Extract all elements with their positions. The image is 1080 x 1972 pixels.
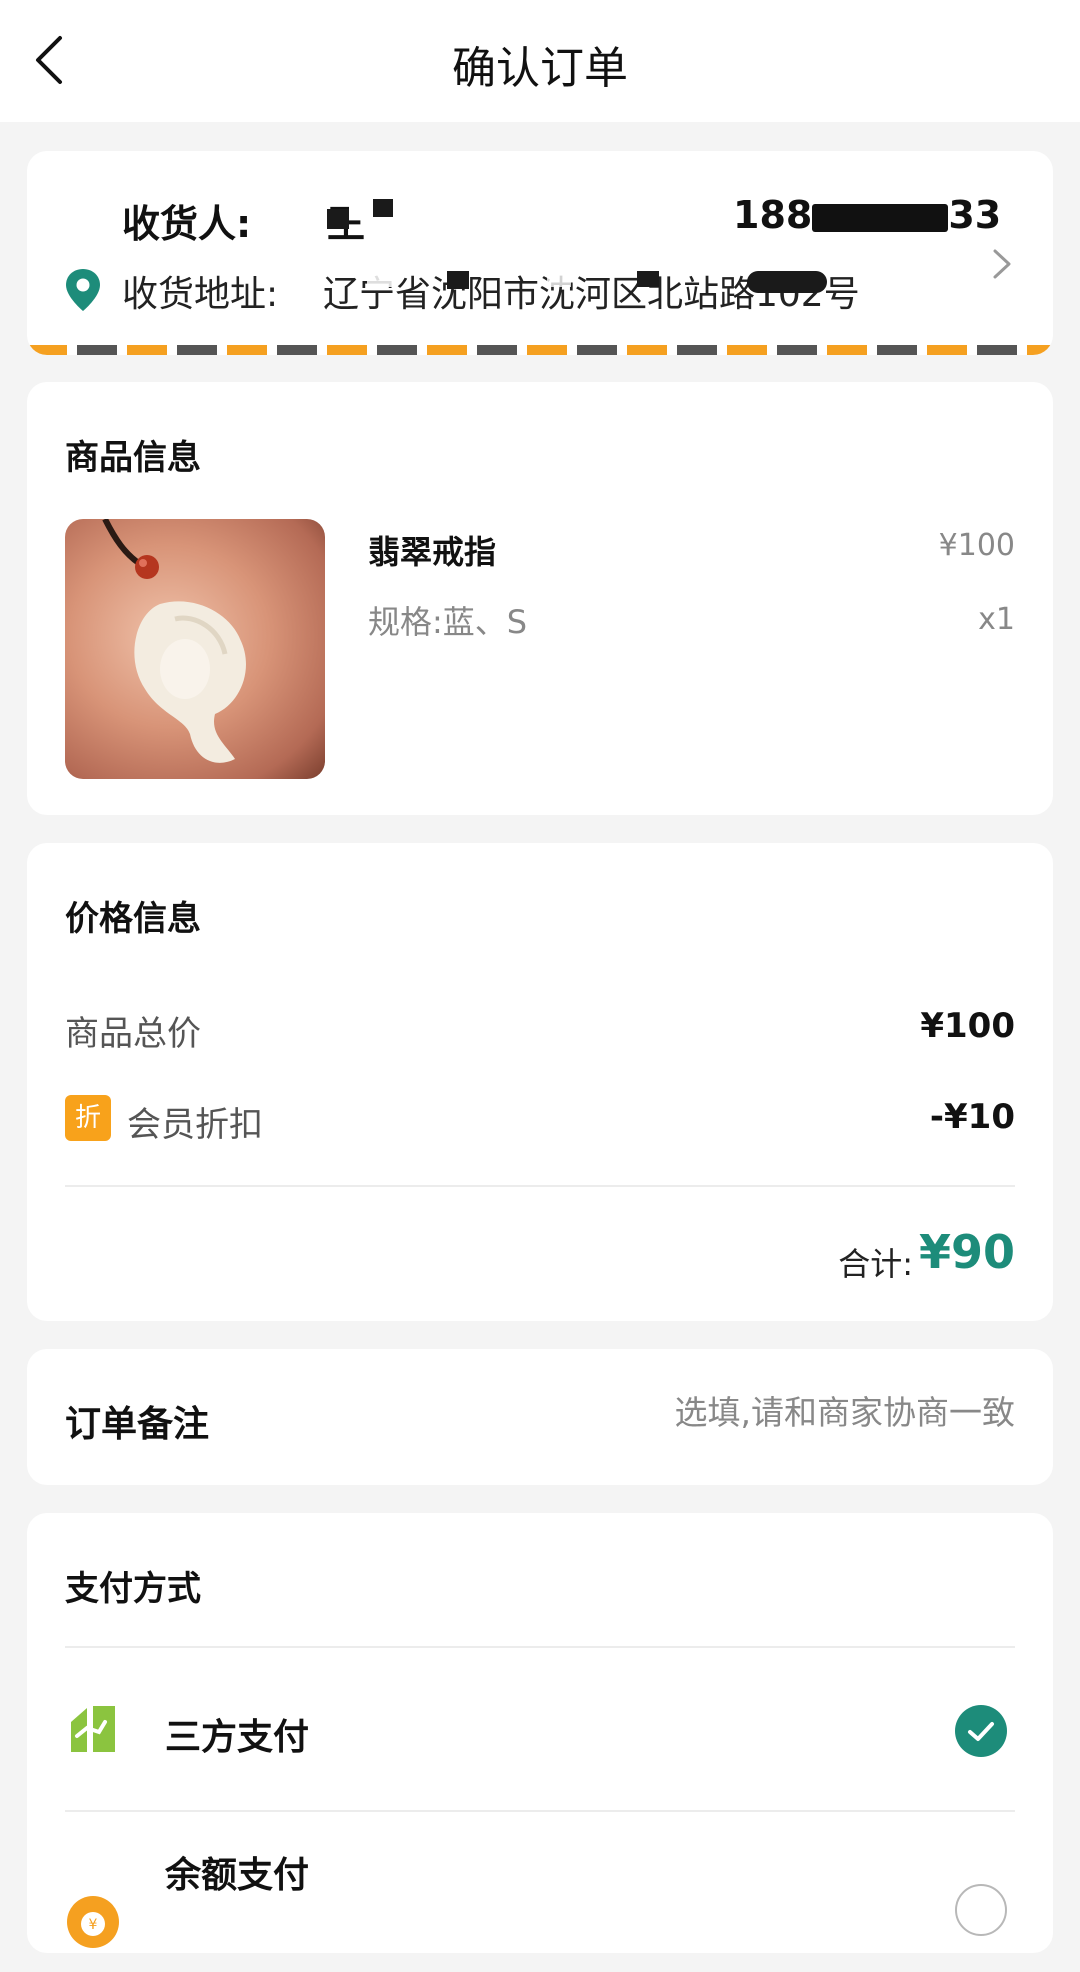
phone-mask xyxy=(812,203,949,232)
goods-card: 商品信息 翡翠戒指 规格:蓝、S ¥100 x1 xyxy=(27,382,1053,815)
check-icon xyxy=(968,1722,994,1741)
page-title: 确认订单 xyxy=(452,43,628,94)
balance-coin-icon: ¥ xyxy=(67,1896,119,1948)
redaction-mask xyxy=(373,199,393,217)
payment-section-title: 支付方式 xyxy=(65,1569,201,1609)
radio-unchecked[interactable] xyxy=(955,1884,1007,1936)
jade-pendant-illustration xyxy=(102,519,246,763)
payment-option-label: 余额支付 xyxy=(165,1855,310,1896)
redaction-mask xyxy=(367,267,397,287)
price-section-title: 价格信息 xyxy=(65,899,201,939)
total-label: 合计: xyxy=(838,1245,913,1283)
radio-checked[interactable] xyxy=(955,1705,1007,1757)
discount-badge: 折 xyxy=(65,1095,111,1141)
redaction-mask xyxy=(447,271,469,289)
price-card: 价格信息 商品总价 ¥100 折 会员折扣 -¥10 合计: ¥90 xyxy=(27,843,1053,1321)
product-quantity: x1 xyxy=(978,602,1015,637)
goods-section-title: 商品信息 xyxy=(65,438,201,478)
payment-option-third-party[interactable]: 三方支付 xyxy=(27,1648,1053,1808)
subtotal-value: ¥100 xyxy=(920,1006,1015,1046)
product-spec: 规格:蓝、S xyxy=(368,603,528,641)
discount-label: 会员折扣 xyxy=(127,1105,263,1145)
recipient-phone: 188 33 xyxy=(733,193,1001,237)
redaction-mask xyxy=(747,271,827,293)
svg-text:¥: ¥ xyxy=(89,1917,98,1933)
payment-card: 支付方式 三方支付 ¥ 余额支付 xyxy=(27,1513,1053,1953)
phone-prefix: 188 xyxy=(733,193,813,237)
redaction-mask xyxy=(327,209,349,229)
order-note-title: 订单备注 xyxy=(65,1404,210,1445)
payment-option-label: 三方支付 xyxy=(165,1717,310,1758)
phone-suffix: 33 xyxy=(948,193,1002,237)
location-pin-icon xyxy=(66,269,100,311)
chevron-right-icon xyxy=(993,249,1011,279)
payment-option-balance[interactable]: ¥ 余额支付 xyxy=(27,1812,1053,1972)
total-value: ¥90 xyxy=(918,1225,1015,1279)
product-image[interactable] xyxy=(65,519,325,779)
address-card[interactable]: 收货人: 王 18833 收货地址: 辽宁省沈阳市沈河区北站路102号 xyxy=(27,151,1053,355)
redaction-mask xyxy=(349,193,373,211)
third-party-pay-icon xyxy=(71,1706,115,1752)
top-bar: 确认订单 xyxy=(0,0,1080,122)
divider xyxy=(65,1185,1015,1187)
discount-value: -¥10 xyxy=(929,1097,1015,1137)
order-note-card: 订单备注 xyxy=(27,1349,1053,1485)
address-label: 收货地址: xyxy=(122,274,279,315)
order-note-input[interactable] xyxy=(575,1393,1015,1432)
subtotal-label: 商品总价 xyxy=(65,1014,201,1054)
recipient-label: 收货人: xyxy=(122,202,252,246)
product-name: 翡翠戒指 xyxy=(368,533,497,571)
redaction-mask xyxy=(547,269,571,287)
product-price: ¥100 xyxy=(938,528,1015,563)
address-stripe-decoration xyxy=(27,345,1053,355)
redaction-mask xyxy=(637,271,659,287)
